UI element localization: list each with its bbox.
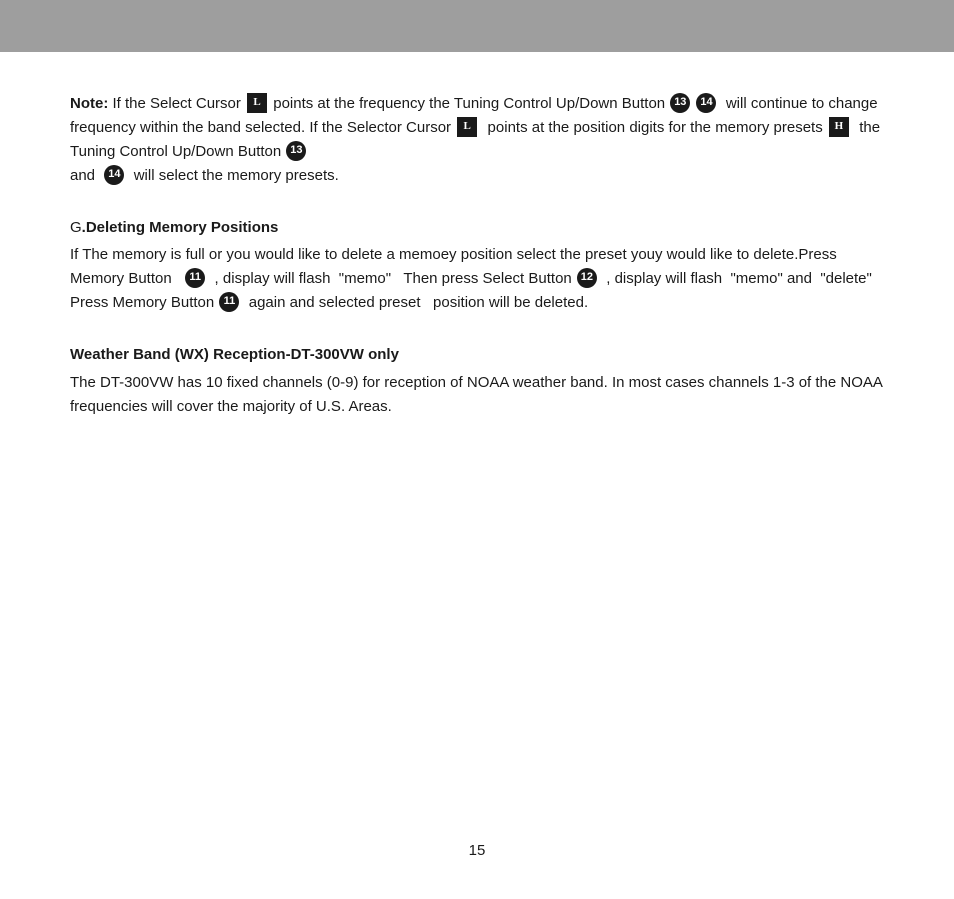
badge-14b: 14 (104, 165, 124, 185)
weather-body: The DT-300VW has 10 fixed channels (0-9)… (70, 371, 884, 419)
top-bar (0, 0, 954, 52)
badge-12: 12 (577, 268, 597, 288)
badge-14a: 14 (696, 93, 716, 113)
note-paragraph: Note: If the Select Cursor L points at t… (70, 92, 884, 188)
weather-section: Weather Band (WX) Reception-DT-300VW onl… (70, 343, 884, 418)
badge-13a: 13 (670, 93, 690, 113)
deleting-section: G.Deleting Memory Positions If The memor… (70, 216, 884, 315)
main-content: Note: If the Select Cursor L points at t… (0, 52, 954, 487)
deleting-body: If The memory is full or you would like … (70, 243, 884, 315)
badge-11b: 11 (219, 292, 239, 312)
badge-L2: L (457, 117, 477, 137)
badge-13b: 13 (286, 141, 306, 161)
weather-title: Weather Band (WX) Reception-DT-300VW onl… (70, 343, 884, 366)
badge-H: H (829, 117, 849, 137)
note-block: Note: If the Select Cursor L points at t… (70, 92, 884, 188)
deleting-title: G.Deleting Memory Positions (70, 216, 884, 239)
page-number: 15 (469, 842, 486, 859)
badge-L1: L (247, 93, 267, 113)
badge-11a: 11 (185, 268, 205, 288)
